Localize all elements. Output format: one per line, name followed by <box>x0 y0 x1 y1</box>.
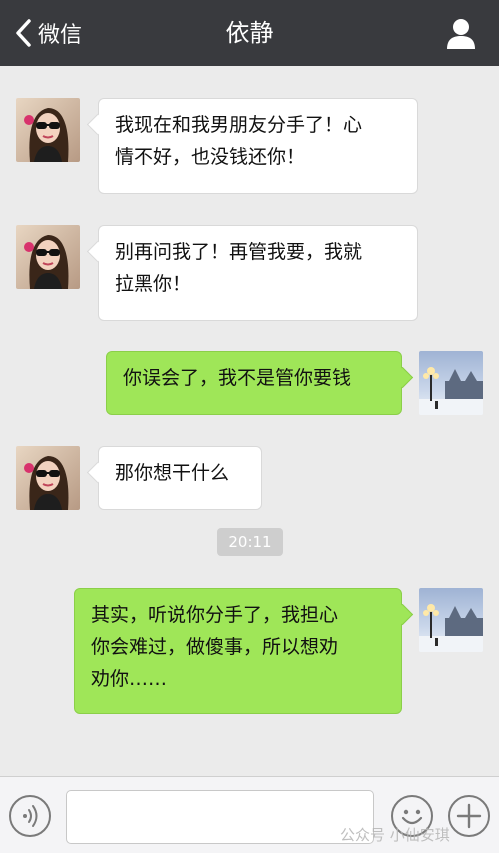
message-text-line: 我现在和我男朋友分手了！心 <box>115 114 363 136</box>
contact-avatar[interactable] <box>16 446 80 510</box>
person-icon <box>447 19 475 49</box>
message-timestamp: 20:11 <box>217 528 283 556</box>
message-text-line: 拉黑你！ <box>115 273 192 295</box>
message-input[interactable] <box>66 790 374 844</box>
message-text-line: 你会难过，做傻事，所以想劝 <box>91 636 339 658</box>
message-text-line: 别再问我了！再管我要，我就 <box>115 241 363 263</box>
chat-header: 微信 依静 <box>0 0 499 66</box>
emoji-button[interactable] <box>391 795 433 837</box>
my-avatar[interactable] <box>419 351 483 415</box>
voice-button[interactable] <box>9 795 51 837</box>
message-text-line: 情不好，也没钱还你！ <box>115 146 306 168</box>
input-bar <box>0 776 499 853</box>
message-bubble-incoming[interactable]: 我现在和我男朋友分手了！心 情不好，也没钱还你！ <box>98 98 418 194</box>
profile-button[interactable] <box>443 15 479 51</box>
message-text-line: 劝你…… <box>91 668 168 690</box>
contact-avatar[interactable] <box>16 98 80 162</box>
message-text-line: 那你想干什么 <box>115 462 230 484</box>
contact-avatar[interactable] <box>16 225 80 289</box>
message-bubble-outgoing[interactable]: 其实，听说你分手了，我担心 你会难过，做傻事，所以想劝 劝你…… <box>74 588 402 714</box>
my-avatar[interactable] <box>419 588 483 652</box>
plus-icon <box>456 803 482 829</box>
message-bubble-incoming[interactable]: 别再问我了！再管我要，我就 拉黑你！ <box>98 225 418 321</box>
message-text-line: 你误会了，我不是管你要钱 <box>123 367 352 389</box>
smiley-icon <box>401 809 423 825</box>
message-bubble-incoming[interactable]: 那你想干什么 <box>98 446 262 510</box>
chat-title: 依静 <box>225 19 274 47</box>
message-bubble-outgoing[interactable]: 你误会了，我不是管你要钱 <box>106 351 402 415</box>
chat-screen: 微信 依静 我现在和我男朋友分手了！心 情不好，也没钱还你！ 别再问我了！再管我… <box>0 0 499 853</box>
more-button[interactable] <box>448 795 490 837</box>
voice-icon <box>23 805 38 827</box>
message-text-line: 其实，听说你分手了，我担心 <box>91 604 339 626</box>
